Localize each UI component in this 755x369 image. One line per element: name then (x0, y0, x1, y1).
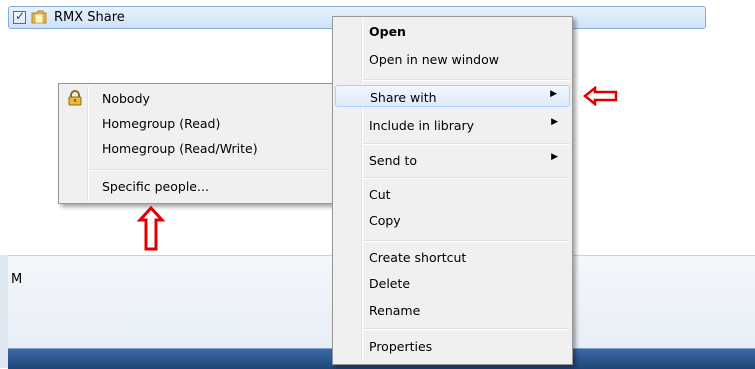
folder-icon (31, 10, 47, 24)
menu-separator (363, 328, 570, 330)
menu-item-cut[interactable]: Cut (335, 183, 570, 205)
menu-item-label: Share with (370, 90, 437, 105)
menu-item-delete[interactable]: Delete (335, 272, 570, 294)
menu-item-label: Create shortcut (369, 250, 467, 265)
menu-item-share-with[interactable]: Share with ▶ (335, 85, 570, 107)
menu-item-include-in-library[interactable]: Include in library ▶ (335, 114, 570, 136)
menu-separator (363, 79, 570, 81)
menu-item-label: Send to (369, 153, 418, 168)
lock-icon (68, 90, 82, 106)
menu-separator (363, 177, 570, 179)
menu-item-label: Open in new window (369, 52, 499, 67)
menu-item-label: Cut (369, 187, 391, 202)
menu-item-open[interactable]: Open (335, 20, 570, 42)
annotation-arrow-up (137, 206, 165, 251)
menu-item-label: Copy (369, 213, 401, 228)
menu-item-create-shortcut[interactable]: Create shortcut (335, 246, 570, 268)
menu-item-specific-people[interactable]: Specific people... (61, 175, 330, 197)
menu-item-label: Rename (369, 303, 421, 318)
menu-item-homegroup-read-write[interactable]: Homegroup (Read/Write) (61, 137, 330, 159)
share-with-submenu: Nobody Homegroup (Read) Homegroup (Read/… (58, 83, 333, 204)
menu-item-label: Delete (369, 276, 411, 291)
submenu-arrow-icon: ▶ (551, 152, 558, 162)
menu-item-label: Include in library (369, 118, 475, 133)
context-menu: Open Open in new window Share with ▶ Inc… (332, 16, 573, 365)
menu-item-rename[interactable]: Rename (335, 299, 570, 321)
menu-item-copy[interactable]: Copy (335, 209, 570, 231)
checkbox-checked-icon[interactable]: ✓ (13, 9, 26, 24)
annotation-arrow-left (583, 86, 618, 106)
menu-item-homegroup-read[interactable]: Homegroup (Read) (61, 112, 330, 134)
file-name: RMX Share (54, 10, 125, 25)
window-edge (0, 255, 8, 368)
menu-item-label: Open (369, 24, 406, 39)
menu-item-properties[interactable]: Properties (335, 335, 570, 357)
menu-item-nobody[interactable]: Nobody (61, 87, 330, 109)
menu-separator (363, 143, 570, 145)
menu-separator (363, 240, 570, 242)
menu-item-label: Homegroup (Read) (102, 116, 221, 131)
menu-item-label: Homegroup (Read/Write) (102, 141, 258, 156)
submenu-arrow-icon: ▶ (550, 89, 557, 99)
submenu-arrow-icon: ▶ (551, 117, 558, 127)
menu-item-send-to[interactable]: Send to ▶ (335, 149, 570, 171)
menu-separator (89, 169, 330, 171)
menu-item-label: Nobody (102, 91, 150, 106)
menu-item-label: Specific people... (102, 179, 209, 194)
menu-item-open-new-window[interactable]: Open in new window (335, 48, 570, 70)
menu-item-label: Properties (369, 339, 433, 354)
details-text: M (11, 272, 23, 287)
